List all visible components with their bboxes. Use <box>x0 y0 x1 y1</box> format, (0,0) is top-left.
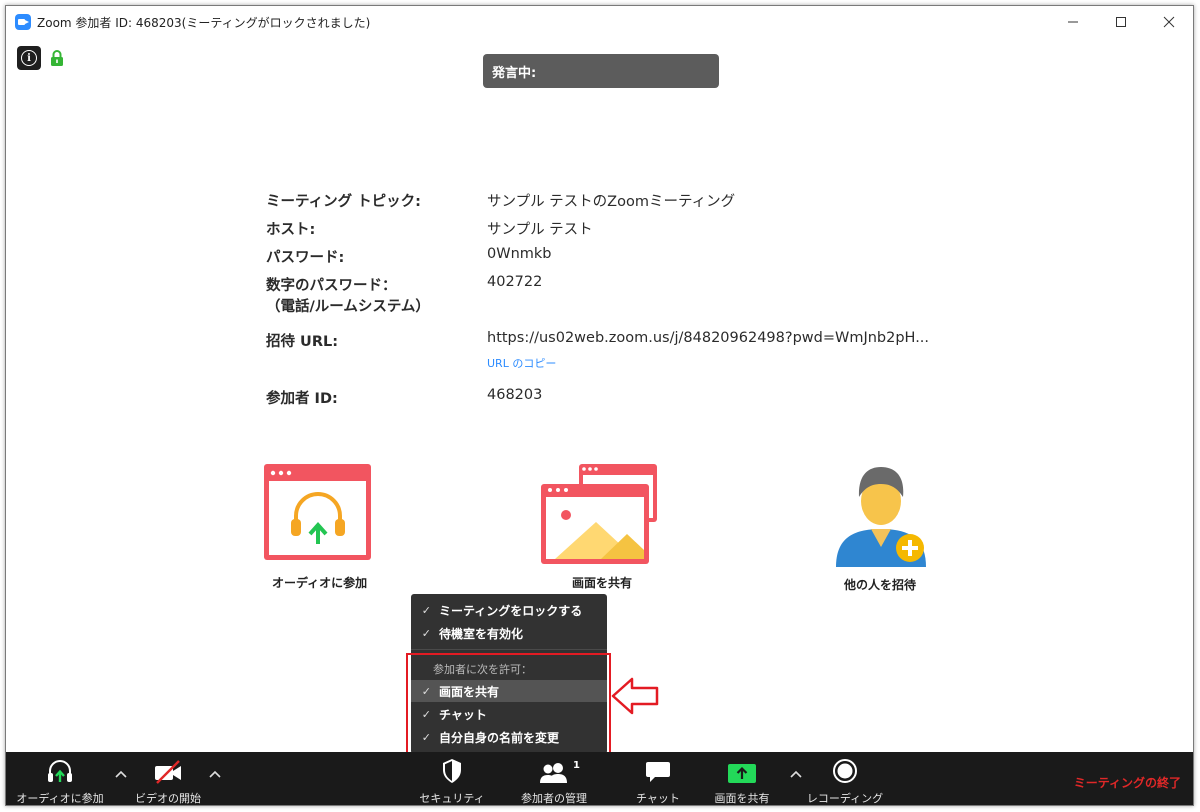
participants-button[interactable]: 参加者の管理 <box>511 752 597 805</box>
invite-label: 他の人を招待 <box>844 578 917 592</box>
minimize-icon <box>1068 21 1078 23</box>
toolbar-label: チャット <box>636 792 680 805</box>
annotation-arrow-icon <box>611 677 659 715</box>
close-icon <box>1163 16 1175 28</box>
menu-item-label: ミーティングをロックする <box>439 603 583 618</box>
toolbar-label: ビデオの開始 <box>135 792 201 805</box>
toolbar-label: 参加者の管理 <box>521 792 587 805</box>
end-meeting-button[interactable]: ミーティングの終了 <box>1074 774 1181 791</box>
lock-icon[interactable] <box>50 49 64 67</box>
active-speaker-banner: 発言中: <box>483 54 719 88</box>
info-label-sub: （電話/ルームシステム） <box>266 299 430 315</box>
window-title: Zoom 参加者 ID: 468203(ミーティングがロックされました) <box>37 15 371 30</box>
join-audio-label: オーディオに参加 <box>272 576 368 590</box>
toolbar-label: オーディオに参加 <box>16 792 104 805</box>
meeting-toolbar: オーディオに参加 ビデオの開始 セキュリティ 参加者の管理 1 チャット 画面を… <box>6 752 1193 805</box>
invite-url: https://us02web.zoom.us/j/84820962498?pw… <box>487 330 930 346</box>
maximize-button[interactable] <box>1097 6 1145 38</box>
info-value: 402722 <box>487 274 543 290</box>
info-label: 招待 URL: <box>266 334 339 350</box>
minimize-button[interactable] <box>1049 6 1097 38</box>
headphones-icon <box>48 760 72 782</box>
highlight-box <box>406 653 611 754</box>
menu-item-lock-meeting[interactable]: ✓ ミーティングをロックする <box>411 599 607 621</box>
info-label: 参加者 ID: <box>266 391 338 407</box>
join-audio-tile[interactable]: オーディオに参加 <box>264 464 372 590</box>
toolbar-label: レコーディング <box>806 792 884 805</box>
chat-button[interactable]: チャット <box>628 752 688 805</box>
info-label: パスワード: <box>266 250 345 266</box>
maximize-icon <box>1116 17 1126 27</box>
audio-options-chevron-up-icon[interactable] <box>113 766 129 782</box>
record-icon <box>833 759 857 783</box>
check-icon: ✓ <box>421 603 431 617</box>
info-value: 0Wnmkb <box>487 246 552 262</box>
menu-divider <box>411 649 607 650</box>
share-screen-icon <box>541 464 657 564</box>
chat-icon <box>646 762 670 782</box>
info-label: ホスト: <box>266 222 316 238</box>
invite-person-icon <box>836 467 926 567</box>
window-controls <box>1049 6 1193 38</box>
security-button[interactable]: セキュリティ <box>412 752 492 805</box>
share-screen-tile[interactable]: 画面を共有 <box>541 464 659 590</box>
info-value: サンプル テスト <box>487 222 593 238</box>
shield-icon <box>443 759 461 783</box>
start-video-button[interactable]: ビデオの開始 <box>128 752 208 805</box>
toolbar-label: セキュリティ <box>419 792 485 805</box>
copy-url-link[interactable]: URL のコピー <box>487 355 556 371</box>
info-label: 数字のパスワード： <box>266 278 397 294</box>
participants-icon <box>540 763 567 783</box>
video-off-icon <box>155 760 181 784</box>
zoom-logo-icon <box>15 14 31 30</box>
info-icon: i <box>21 50 37 66</box>
share-screen-label: 画面を共有 <box>572 576 633 590</box>
zoom-window: Zoom 参加者 ID: 468203(ミーティングがロックされました) i 発… <box>5 5 1194 806</box>
info-label: ミーティング トピック: <box>266 194 421 210</box>
info-value: 468203 <box>487 387 543 403</box>
toolbar-label: 画面を共有 <box>714 792 770 805</box>
meeting-info-button[interactable]: i <box>17 46 41 70</box>
menu-item-waiting-room[interactable]: ✓ 待機室を有効化 <box>411 622 607 644</box>
participant-count-badge: 1 <box>573 760 580 771</box>
invite-tile[interactable]: 他の人を招待 <box>834 459 929 592</box>
join-audio-button[interactable]: オーディオに参加 <box>12 752 108 805</box>
close-button[interactable] <box>1145 6 1193 38</box>
share-screen-arrow-icon <box>728 764 756 783</box>
check-icon: ✓ <box>421 626 431 640</box>
menu-item-label: 待機室を有効化 <box>439 626 524 641</box>
share-screen-button[interactable]: 画面を共有 <box>704 752 780 805</box>
info-value: サンプル テストのZoomミーティング <box>487 194 736 210</box>
share-options-chevron-up-icon[interactable] <box>788 766 804 782</box>
title-bar: Zoom 参加者 ID: 468203(ミーティングがロックされました) <box>6 6 1193 38</box>
join-audio-icon <box>264 464 371 560</box>
record-button[interactable]: レコーディング <box>806 752 884 805</box>
video-options-chevron-up-icon[interactable] <box>207 766 223 782</box>
